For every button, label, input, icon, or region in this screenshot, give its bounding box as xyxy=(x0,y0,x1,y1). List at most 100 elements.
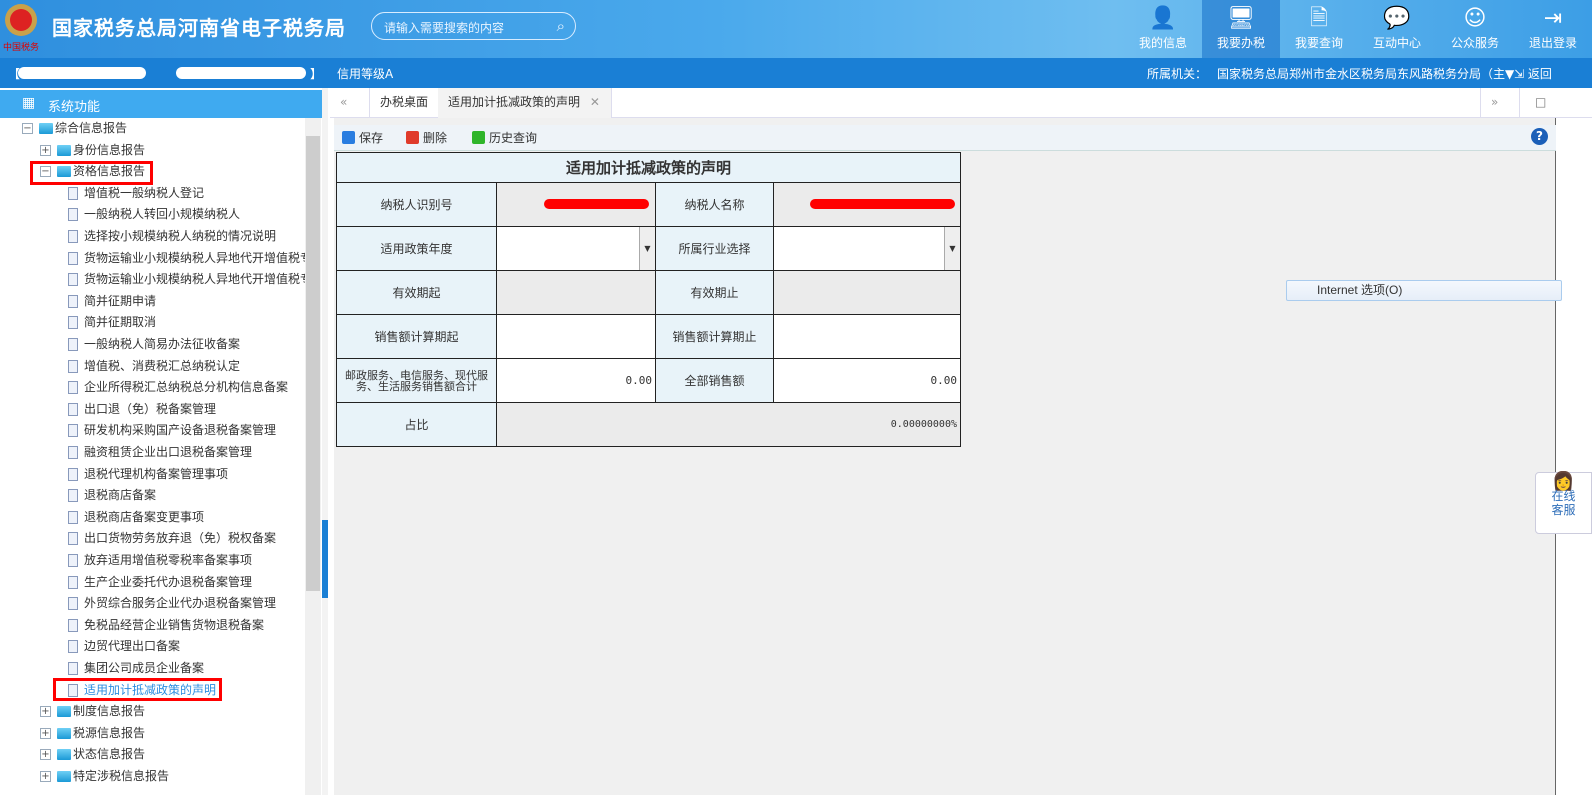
svg-text:中国税务: 中国税务 xyxy=(3,41,39,53)
sales-from-input[interactable] xyxy=(496,314,656,359)
nav-do-tax[interactable]: 🖥 我要办税 xyxy=(1202,0,1280,58)
highlight-box xyxy=(30,161,153,185)
document-icon xyxy=(68,446,78,459)
history-button[interactable]: 历史查询 xyxy=(472,129,537,146)
tree-leaf-item[interactable]: 外贸综合服务企业代办退税备案管理 xyxy=(68,593,276,614)
document-icon xyxy=(68,230,78,243)
tree-item-label: 税源信息报告 xyxy=(73,725,146,740)
nav-interaction[interactable]: 💬 互动中心 xyxy=(1358,0,1436,58)
industry-label: 所属行业选择 xyxy=(655,226,774,271)
document-icon xyxy=(68,359,78,373)
nav-logout[interactable]: ⇥ 退出登录 xyxy=(1514,0,1592,58)
tree-folder-item[interactable]: + 税源信息报告 xyxy=(40,723,145,744)
dropdown-arrow-icon[interactable]: ▼ xyxy=(639,227,655,270)
tree-item-label: 退税商店备案变更事项 xyxy=(84,509,205,524)
tree-leaf-item[interactable]: 边贸代理出口备案 xyxy=(68,636,180,657)
dropdown-arrow-icon[interactable]: ▼ xyxy=(944,227,960,270)
help-icon[interactable]: ? xyxy=(1531,128,1548,145)
nav-query[interactable]: 🗎 我要查询 xyxy=(1280,0,1358,58)
search-input[interactable]: 请输入需要搜索的内容 ⌕ xyxy=(371,12,576,40)
online-service-button[interactable]: 👩 在线 客服 xyxy=(1535,472,1592,534)
total-sales-input[interactable]: 0.00 xyxy=(773,358,961,403)
scrollbar-thumb[interactable] xyxy=(306,136,320,591)
tree-folder-item[interactable]: + 身份信息报告 xyxy=(40,140,145,161)
tree-leaf-item[interactable]: 集团公司成员企业备案 xyxy=(68,658,204,679)
tree-leaf-item[interactable]: 生产企业委托代办退税备案管理 xyxy=(68,572,252,593)
close-icon[interactable]: ✕ xyxy=(590,95,600,109)
back-button[interactable]: ⇲ 返回 xyxy=(1514,65,1552,82)
tree-folder-item[interactable]: + 状态信息报告 xyxy=(40,744,145,765)
tree-leaf-item[interactable]: 选择按小规模纳税人纳税的情况说明 xyxy=(68,226,276,247)
tree-leaf-item[interactable]: 免税品经营企业销售货物退税备案 xyxy=(68,615,264,636)
toolbar: 保存 删除 历史查询 ? xyxy=(334,125,1556,151)
nav-label: 我要办税 xyxy=(1216,36,1265,50)
tree-leaf-item[interactable]: 一般纳税人简易办法征收备案 xyxy=(68,334,240,355)
service-sales-input[interactable]: 0.00 xyxy=(496,358,656,403)
document-icon xyxy=(68,316,78,330)
policy-year-select[interactable]: ▼ xyxy=(496,226,656,271)
history-label: 历史查询 xyxy=(489,131,538,145)
tree-item-label: 选择按小规模纳税人纳税的情况说明 xyxy=(84,229,277,243)
tab-declaration[interactable]: 适用加计抵减政策的声明 ✕ xyxy=(438,88,612,118)
tree-folder-item[interactable]: + 制度信息报告 xyxy=(40,701,145,722)
tree-leaf-item[interactable]: 企业所得税汇总纳税总分机构信息备案 xyxy=(68,377,288,398)
office-select[interactable]: 国家税务总局郑州市金水区税务局东风路税务分局（主▼ xyxy=(1217,65,1514,82)
tree-item-label: 增值税一般纳税人登记 xyxy=(84,185,205,200)
tree-item-label: 边贸代理出口备案 xyxy=(84,639,181,654)
document-icon xyxy=(68,597,78,611)
delete-button[interactable]: 删除 xyxy=(406,129,447,146)
tree-item-label: 研发机构采购国产设备退税备案管理 xyxy=(84,423,277,438)
document-icon xyxy=(68,575,78,589)
tree-leaf-item[interactable]: 增值税一般纳税人登记 xyxy=(68,183,204,204)
search-icon[interactable]: ⌕ xyxy=(557,17,565,35)
taxpayer-id-label: 纳税人识别号 xyxy=(336,182,497,227)
tree-leaf-item[interactable]: 放弃适用增值税零税率备案事项 xyxy=(68,550,252,571)
tree-leaf-item[interactable]: 简并征期取消 xyxy=(68,312,156,333)
save-button[interactable]: 保存 xyxy=(342,129,383,146)
ratio-value: 0.00000000% xyxy=(496,402,961,447)
tab-scroll-right-icon[interactable]: » xyxy=(1480,88,1520,118)
tree-leaf-item[interactable]: 货物运输业小规模纳税人异地代开增值税专 xyxy=(68,248,312,269)
industry-select[interactable]: ▼ xyxy=(773,226,961,271)
tree-leaf-item[interactable]: 增值税、消费税汇总纳税认定 xyxy=(68,356,240,377)
tree-leaf-item[interactable]: 融资租赁企业出口退税备案管理 xyxy=(68,442,252,463)
tree-leaf-item[interactable]: 简并征期申请 xyxy=(68,291,156,312)
sales-to-input[interactable] xyxy=(773,314,961,359)
expand-icon[interactable]: + xyxy=(40,771,51,782)
tree-leaf-item[interactable]: 一般纳税人转回小规模纳税人 xyxy=(68,204,240,225)
context-menu-internet-options[interactable]: Internet 选项(O) xyxy=(1286,280,1562,301)
collapse-icon[interactable]: − xyxy=(22,123,33,134)
folder-icon xyxy=(57,727,71,739)
tree-leaf-item[interactable]: 货物运输业小规模纳税人异地代开增值税专 xyxy=(68,269,312,290)
folder-icon xyxy=(39,123,53,134)
expand-icon[interactable]: + xyxy=(40,706,51,718)
expand-icon[interactable]: + xyxy=(40,144,51,156)
tree-leaf-item[interactable]: 出口货物劳务放弃退（免）税权备案 xyxy=(68,528,276,549)
tree-folder-item[interactable]: − 综合信息报告 xyxy=(22,118,127,139)
tree-leaf-item[interactable]: 出口退（免）税备案管理 xyxy=(68,399,216,420)
tab-desktop[interactable]: 办税桌面 xyxy=(370,88,440,118)
sidebar-scrollbar[interactable] xyxy=(305,118,321,795)
tree-leaf-item[interactable]: 退税商店备案变更事项 xyxy=(68,507,204,528)
sidebar-collapse-bar[interactable] xyxy=(322,88,328,795)
tree-folder-item[interactable]: + 特定涉税信息报告 xyxy=(40,766,169,787)
tab-bar: « 办税桌面 适用加计抵减政策的声明 ✕ » □ xyxy=(330,88,1592,118)
nav-my-info[interactable]: 👤 我的信息 xyxy=(1124,0,1202,58)
highlight-box xyxy=(53,678,222,701)
expand-icon[interactable]: + xyxy=(40,749,51,761)
tree-leaf-item[interactable]: 退税商店备案 xyxy=(68,485,156,506)
tab-scroll-left-icon[interactable]: « xyxy=(330,88,370,118)
maximize-icon[interactable]: □ xyxy=(1525,88,1556,118)
tree-leaf-item[interactable]: 研发机构采购国产设备退税备案管理 xyxy=(68,420,276,441)
collapse-handle[interactable] xyxy=(322,520,328,598)
tree-item-label: 特定涉税信息报告 xyxy=(73,769,170,783)
nav-public-service[interactable]: ☺ 公众服务 xyxy=(1436,0,1514,58)
sidebar-title: 系统功能 xyxy=(48,100,101,115)
redacted xyxy=(809,198,955,209)
document-icon xyxy=(68,381,78,395)
ratio-label: 占比 xyxy=(336,402,497,447)
expand-icon[interactable]: + xyxy=(40,727,51,739)
document-icon xyxy=(68,208,78,222)
tree-leaf-item[interactable]: 退税代理机构备案管理事项 xyxy=(68,464,228,485)
policy-year-label: 适用政策年度 xyxy=(336,226,497,271)
